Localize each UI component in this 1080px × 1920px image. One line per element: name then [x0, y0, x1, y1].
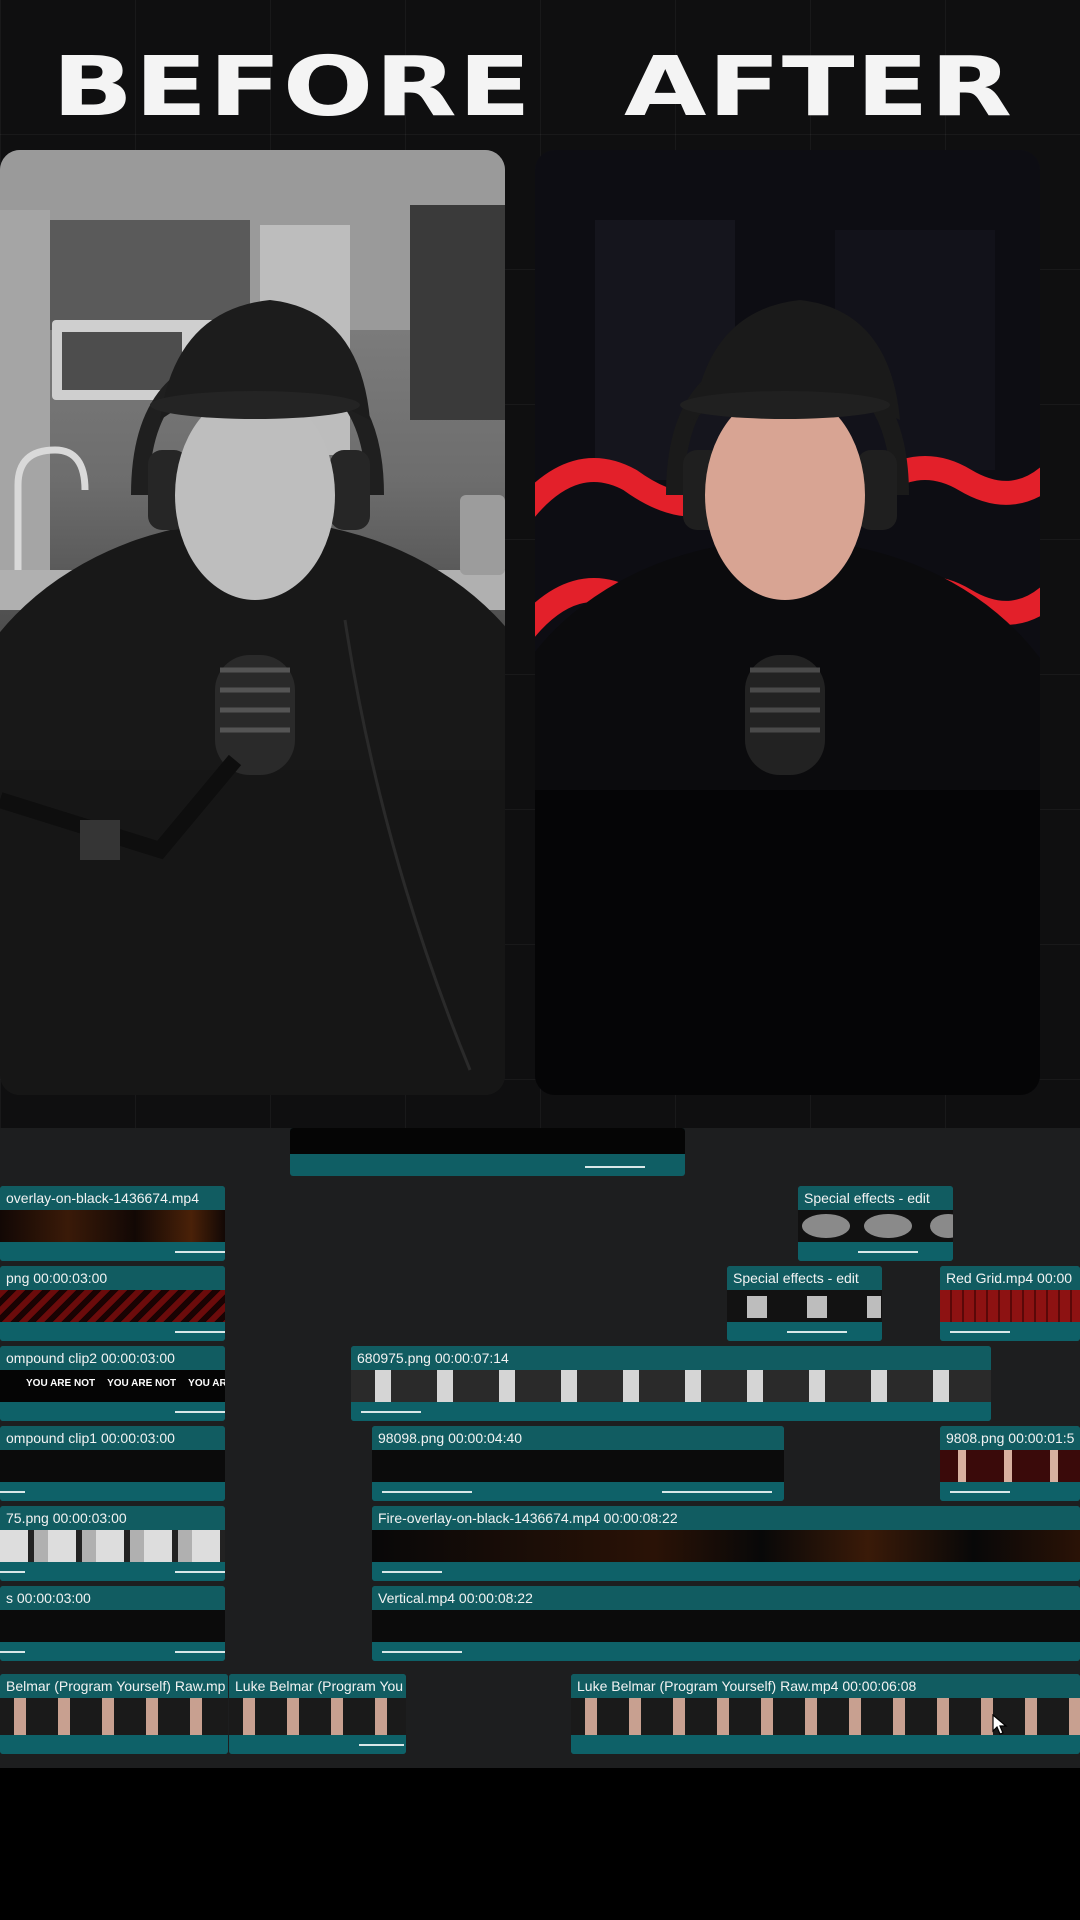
clip-98098[interactable]: 98098.png 00:00:04:40	[372, 1426, 784, 1501]
clip-vertical[interactable]: Vertical.mp4 00:00:08:22	[372, 1586, 1080, 1661]
brain-thumbnails	[802, 1214, 953, 1238]
clip-label: Special effects - edit	[798, 1186, 953, 1210]
clip-label: 98098.png 00:00:04:40	[372, 1426, 784, 1450]
clip-s[interactable]: s 00:00:03:00	[0, 1586, 225, 1661]
clip-red-grid[interactable]: Red Grid.mp4 00:00	[940, 1266, 1080, 1341]
clip-label: Luke Belmar (Program Yourself) Raw.mp4 0…	[571, 1674, 1080, 1698]
clip-680975[interactable]: 680975.png 00:00:07:14	[351, 1346, 991, 1421]
clip-raw-2[interactable]: Luke Belmar (Program You	[229, 1674, 406, 1754]
bottom-strip	[0, 1768, 1080, 1920]
clip-label: overlay-on-black-1436674.mp4	[0, 1186, 225, 1210]
lock-thumbnails	[747, 1296, 881, 1318]
clip-75png[interactable]: 75.png 00:00:03:00	[0, 1506, 225, 1581]
clip-label: Belmar (Program Yourself) Raw.mp	[0, 1674, 228, 1698]
after-video-frame	[535, 150, 1040, 1095]
clip-compound-clip1[interactable]: ompound clip1 00:00:03:00	[0, 1426, 225, 1501]
text-overlay-thumbs: YOU ARE NOTYOU ARE NOTYOU ARE NOT	[26, 1378, 225, 1389]
before-video-frame	[0, 150, 505, 1095]
editor-timeline: overlay-on-black-1436674.mp4 Special eff…	[0, 1128, 1080, 1768]
clip-label: png 00:00:03:00	[0, 1266, 225, 1290]
clip-label: Red Grid.mp4 00:00	[940, 1266, 1080, 1290]
clip-special-effects-1[interactable]: Special effects - edit	[798, 1186, 953, 1261]
clip-fire-overlay-main[interactable]: Fire-overlay-on-black-1436674.mp4 00:00:…	[372, 1506, 1080, 1581]
clip-label: 9808.png 00:00:01:5	[940, 1426, 1080, 1450]
clip-fire-overlay-top[interactable]: overlay-on-black-1436674.mp4	[0, 1186, 225, 1261]
clip-label: s 00:00:03:00	[0, 1586, 225, 1610]
clip-label: Vertical.mp4 00:00:08:22	[372, 1586, 1080, 1610]
before-scene	[0, 150, 505, 1095]
timeline-top-clip[interactable]	[290, 1128, 685, 1176]
clip-label: Fire-overlay-on-black-1436674.mp4 00:00:…	[372, 1506, 1080, 1530]
clip-label: Special effects - edit	[727, 1266, 882, 1290]
mouse-cursor-icon	[992, 1714, 1008, 1735]
clip-raw-1[interactable]: Belmar (Program Yourself) Raw.mp	[0, 1674, 228, 1754]
clip-special-effects-2[interactable]: Special effects - edit	[727, 1266, 882, 1341]
after-heading: AFTER	[624, 40, 1014, 135]
after-scene	[535, 150, 1040, 1095]
clip-label: Luke Belmar (Program You	[229, 1674, 406, 1698]
clip-9808[interactable]: 9808.png 00:00:01:5	[940, 1426, 1080, 1501]
clip-png-left[interactable]: png 00:00:03:00	[0, 1266, 225, 1341]
clip-label: 680975.png 00:00:07:14	[351, 1346, 991, 1370]
clip-label: ompound clip2 00:00:03:00	[0, 1346, 225, 1370]
clip-label: 75.png 00:00:03:00	[0, 1506, 225, 1530]
clip-label: ompound clip1 00:00:03:00	[0, 1426, 225, 1450]
before-heading: BEFORE	[52, 40, 533, 135]
clip-compound-clip2[interactable]: ompound clip2 00:00:03:00 YOU ARE NOT YOU…	[0, 1346, 225, 1421]
